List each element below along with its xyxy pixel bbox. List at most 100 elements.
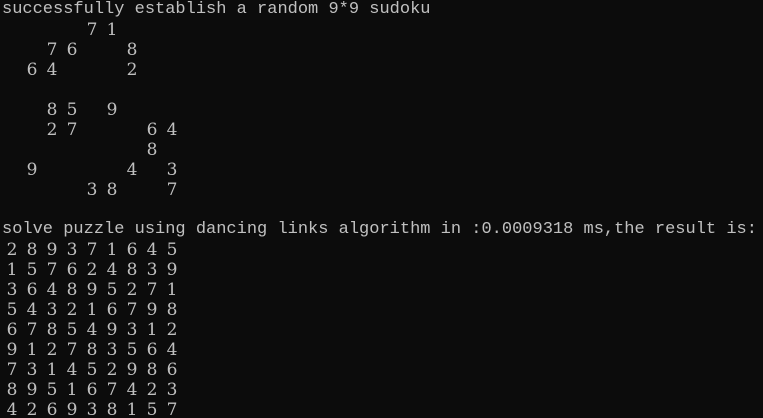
sudoku-cell: 1 bbox=[146, 320, 158, 340]
sudoku-cell: 3 bbox=[166, 160, 178, 180]
puzzle-row bbox=[2, 80, 763, 100]
sudoku-cell: 8 bbox=[86, 340, 98, 360]
puzzle-row: 27 64 bbox=[2, 120, 763, 140]
sudoku-cell: 4 bbox=[106, 260, 118, 280]
solution-row: 678549312 bbox=[2, 320, 763, 340]
solution-row: 731452986 bbox=[2, 360, 763, 380]
sudoku-cell: 5 bbox=[26, 260, 38, 280]
puzzle-row: 76 8 bbox=[2, 40, 763, 60]
sudoku-cell: 3 bbox=[26, 360, 38, 380]
sudoku-cell: 9 bbox=[166, 260, 178, 280]
sudoku-cell: 2 bbox=[46, 120, 58, 140]
solution-row: 289371645 bbox=[2, 240, 763, 260]
solution-row: 426938157 bbox=[2, 400, 763, 418]
sudoku-cell: 3 bbox=[46, 300, 58, 320]
sudoku-cell: 8 bbox=[46, 320, 58, 340]
sudoku-cell: 7 bbox=[86, 20, 98, 40]
sudoku-cell: 6 bbox=[166, 360, 178, 380]
sudoku-cell: 6 bbox=[146, 340, 158, 360]
sudoku-cell: 4 bbox=[26, 300, 38, 320]
solution-row: 157624839 bbox=[2, 260, 763, 280]
solution-row: 895167423 bbox=[2, 380, 763, 400]
solution-grid: 2893716451576248393648952715432167986785… bbox=[2, 240, 763, 418]
sudoku-cell: 1 bbox=[126, 400, 138, 418]
sudoku-cell: 1 bbox=[106, 20, 118, 40]
sudoku-cell: 4 bbox=[46, 60, 58, 80]
sudoku-cell: 2 bbox=[126, 280, 138, 300]
sudoku-cell: 2 bbox=[66, 300, 78, 320]
puzzle-row: 71 bbox=[2, 20, 763, 40]
puzzle-grid: 7176864285927648943387 bbox=[2, 20, 763, 200]
sudoku-cell: 9 bbox=[46, 240, 58, 260]
sudoku-cell: 6 bbox=[126, 240, 138, 260]
sudoku-cell: 7 bbox=[66, 340, 78, 360]
sudoku-cell: 9 bbox=[86, 280, 98, 300]
sudoku-cell: 1 bbox=[106, 240, 118, 260]
sudoku-cell: 1 bbox=[26, 340, 38, 360]
sudoku-cell: 3 bbox=[146, 260, 158, 280]
sudoku-cell: 8 bbox=[66, 280, 78, 300]
sudoku-cell: 3 bbox=[166, 380, 178, 400]
sudoku-cell: 7 bbox=[26, 320, 38, 340]
sudoku-cell: 6 bbox=[66, 260, 78, 280]
sudoku-cell: 6 bbox=[6, 320, 18, 340]
sudoku-cell: 8 bbox=[166, 300, 178, 320]
sudoku-cell: 4 bbox=[126, 380, 138, 400]
sudoku-cell: 7 bbox=[166, 400, 178, 418]
sudoku-cell: 6 bbox=[46, 400, 58, 418]
sudoku-cell: 7 bbox=[86, 240, 98, 260]
console-window: successfully establish a random 9*9 sudo… bbox=[0, 0, 763, 418]
sudoku-cell: 3 bbox=[6, 280, 18, 300]
sudoku-cell: 4 bbox=[46, 280, 58, 300]
solve-message: solve puzzle using dancing links algorit… bbox=[2, 220, 757, 239]
sudoku-cell: 3 bbox=[106, 340, 118, 360]
sudoku-cell: 3 bbox=[66, 240, 78, 260]
sudoku-cell: 6 bbox=[106, 300, 118, 320]
sudoku-cell: 9 bbox=[146, 300, 158, 320]
sudoku-cell: 7 bbox=[46, 40, 58, 60]
sudoku-cell: 4 bbox=[166, 340, 178, 360]
sudoku-cell: 5 bbox=[126, 340, 138, 360]
sudoku-cell: 5 bbox=[106, 280, 118, 300]
sudoku-cell: 7 bbox=[66, 120, 78, 140]
sudoku-cell: 2 bbox=[6, 240, 18, 260]
sudoku-cell: 9 bbox=[66, 400, 78, 418]
sudoku-cell: 8 bbox=[26, 240, 38, 260]
sudoku-cell: 2 bbox=[126, 60, 138, 80]
solution-row: 364895271 bbox=[2, 280, 763, 300]
sudoku-cell: 7 bbox=[166, 180, 178, 200]
sudoku-cell: 9 bbox=[6, 340, 18, 360]
puzzle-row: 9 4 3 bbox=[2, 160, 763, 180]
sudoku-cell: 7 bbox=[46, 260, 58, 280]
sudoku-cell: 1 bbox=[6, 260, 18, 280]
sudoku-cell: 6 bbox=[26, 60, 38, 80]
sudoku-cell: 4 bbox=[166, 120, 178, 140]
sudoku-cell: 2 bbox=[166, 320, 178, 340]
sudoku-cell: 3 bbox=[86, 180, 98, 200]
sudoku-cell: 4 bbox=[6, 400, 18, 418]
sudoku-cell: 8 bbox=[146, 140, 158, 160]
puzzle-row: 8 bbox=[2, 140, 763, 160]
sudoku-cell: 8 bbox=[106, 400, 118, 418]
sudoku-cell: 8 bbox=[46, 100, 58, 120]
sudoku-cell: 5 bbox=[6, 300, 18, 320]
sudoku-cell: 1 bbox=[66, 380, 78, 400]
sudoku-cell: 1 bbox=[46, 360, 58, 380]
sudoku-cell: 5 bbox=[166, 240, 178, 260]
sudoku-cell: 8 bbox=[6, 380, 18, 400]
sudoku-cell: 4 bbox=[86, 320, 98, 340]
sudoku-cell: 5 bbox=[146, 400, 158, 418]
sudoku-cell: 8 bbox=[146, 360, 158, 380]
sudoku-cell: 8 bbox=[126, 40, 138, 60]
sudoku-cell: 3 bbox=[86, 400, 98, 418]
sudoku-cell: 6 bbox=[26, 280, 38, 300]
sudoku-cell: 4 bbox=[66, 360, 78, 380]
sudoku-cell: 6 bbox=[146, 120, 158, 140]
sudoku-cell: 3 bbox=[126, 320, 138, 340]
sudoku-cell: 9 bbox=[26, 160, 38, 180]
sudoku-cell: 9 bbox=[106, 100, 118, 120]
sudoku-cell: 9 bbox=[126, 360, 138, 380]
sudoku-cell: 5 bbox=[46, 380, 58, 400]
puzzle-row: 85 9 bbox=[2, 100, 763, 120]
